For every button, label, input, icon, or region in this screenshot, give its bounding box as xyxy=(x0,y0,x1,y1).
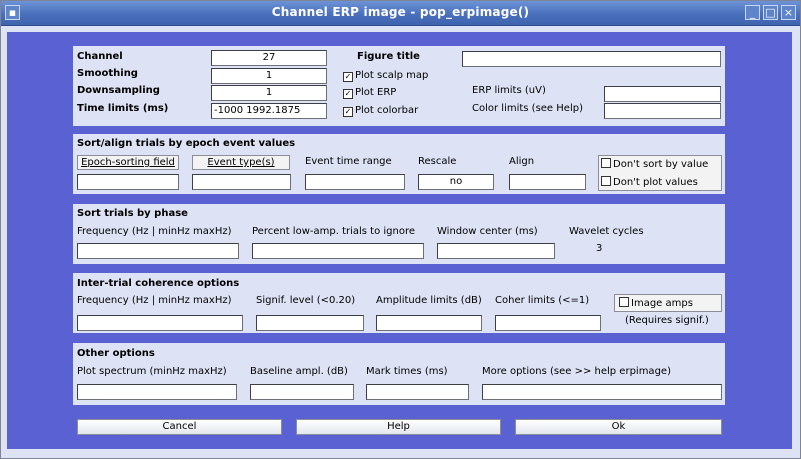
figure-title-label: Figure title xyxy=(357,51,420,62)
downsampling-field[interactable]: 1 xyxy=(211,85,327,101)
coherence-heading: Inter-trial coherence options xyxy=(77,278,240,289)
percent-low-amp-input[interactable] xyxy=(252,243,424,259)
other-options-heading: Other options xyxy=(77,348,155,359)
title-bar: ▪ Channel ERP image - pop_erpimage() _ □… xyxy=(1,1,800,26)
erp-limits-field[interactable] xyxy=(604,86,721,102)
event-time-range-input[interactable] xyxy=(305,174,405,190)
signif-level-input[interactable] xyxy=(256,315,364,331)
color-limits-label: Color limits (see Help) xyxy=(472,103,583,114)
dont-sort-label: Don't sort by value xyxy=(613,159,709,170)
dialog-body: Channel 27 Smoothing 1 Downsampling 1 Ti… xyxy=(7,32,792,449)
signif-level-label: Signif. level (<0.20) xyxy=(256,295,356,306)
align-input[interactable] xyxy=(509,174,586,190)
window-center-input[interactable] xyxy=(437,243,555,259)
window-title: Channel ERP image - pop_erpimage() xyxy=(271,5,530,19)
checkbox-unchecked-icon xyxy=(619,297,629,307)
maximize-icon[interactable]: □ xyxy=(763,5,778,20)
cancel-button[interactable]: Cancel xyxy=(77,419,282,435)
plot-scalp-map-checkbox[interactable]: ✓ Plot scalp map xyxy=(341,68,460,85)
window-center-label: Window center (ms) xyxy=(437,226,538,237)
event-types-input[interactable] xyxy=(192,174,291,190)
coherence-frequency-input[interactable] xyxy=(77,315,243,331)
wavelet-cycles-label: Wavelet cycles xyxy=(569,226,644,237)
dont-plot-label: Don't plot values xyxy=(613,177,698,188)
phase-frequency-input[interactable] xyxy=(77,243,239,259)
checkbox-checked-icon: ✓ xyxy=(343,72,353,82)
minimize-icon[interactable]: _ xyxy=(745,5,760,20)
event-time-range-label: Event time range xyxy=(305,156,392,167)
close-icon[interactable]: × xyxy=(781,5,796,20)
phase-heading: Sort trials by phase xyxy=(77,208,188,219)
baseline-ampl-input[interactable] xyxy=(250,384,354,400)
event-types-label: Event type(s) xyxy=(207,157,275,168)
checkbox-unchecked-icon xyxy=(601,176,611,186)
rescale-input[interactable]: no xyxy=(418,174,494,190)
percent-low-amp-label: Percent low-amp. trials to ignore xyxy=(252,226,416,237)
mark-times-label: Mark times (ms) xyxy=(366,366,448,377)
plot-erp-checkbox[interactable]: ✓ Plot ERP xyxy=(341,85,460,102)
plot-scalp-map-label: Plot scalp map xyxy=(355,70,429,81)
time-limits-label: Time limits (ms) xyxy=(77,103,169,114)
phase-frequency-label: Frequency (Hz | minHz maxHz) xyxy=(77,226,232,237)
color-limits-field[interactable] xyxy=(604,103,721,119)
plot-colorbar-checkbox[interactable]: ✓ Plot colorbar xyxy=(341,103,460,120)
smoothing-field[interactable]: 1 xyxy=(211,68,327,84)
more-options-label: More options (see >> help erpimage) xyxy=(482,366,671,377)
smoothing-label: Smoothing xyxy=(77,68,138,79)
plot-spectrum-label: Plot spectrum (minHz maxHz) xyxy=(77,366,227,377)
erp-limits-label: ERP limits (uV) xyxy=(472,85,546,96)
checkbox-checked-icon: ✓ xyxy=(343,107,353,117)
dialog-window: ▪ Channel ERP image - pop_erpimage() _ □… xyxy=(0,0,801,459)
plot-spectrum-input[interactable] xyxy=(77,384,237,400)
ok-button[interactable]: Ok xyxy=(515,419,722,435)
epoch-sorting-field-button[interactable]: Epoch-sorting field xyxy=(77,155,179,170)
help-button[interactable]: Help xyxy=(296,419,501,435)
requires-signif-note: (Requires signif.) xyxy=(625,315,709,326)
amplitude-limits-label: Amplitude limits (dB) xyxy=(376,295,482,306)
epoch-sorting-field-label: Epoch-sorting field xyxy=(81,157,175,168)
image-amps-label: Image amps xyxy=(631,298,693,309)
coherence-frequency-label: Frequency (Hz | minHz maxHz) xyxy=(77,295,232,306)
baseline-ampl-label: Baseline ampl. (dB) xyxy=(250,366,348,377)
epoch-sorting-field-input[interactable] xyxy=(77,174,179,190)
channel-field[interactable]: 27 xyxy=(211,50,327,66)
coher-limits-label: Coher limits (<=1) xyxy=(495,295,590,306)
dont-plot-checkbox[interactable]: Don't plot values xyxy=(601,176,698,189)
rescale-label: Rescale xyxy=(418,156,457,167)
amplitude-limits-input[interactable] xyxy=(376,315,482,331)
event-types-button[interactable]: Event type(s) xyxy=(192,155,290,170)
more-options-input[interactable] xyxy=(482,384,722,400)
time-limits-field[interactable]: -1000 1992.1875 xyxy=(211,103,327,119)
downsampling-label: Downsampling xyxy=(77,85,160,96)
image-amps-checkbox[interactable]: Image amps xyxy=(614,294,722,312)
coher-limits-input[interactable] xyxy=(495,315,601,331)
plot-colorbar-label: Plot colorbar xyxy=(355,105,419,116)
channel-label: Channel xyxy=(77,51,123,62)
plot-erp-label: Plot ERP xyxy=(355,87,397,98)
checkbox-checked-icon: ✓ xyxy=(343,89,353,99)
sort-align-heading: Sort/align trials by epoch event values xyxy=(77,138,296,149)
mark-times-input[interactable] xyxy=(366,384,469,400)
align-label: Align xyxy=(509,156,535,167)
wavelet-cycles-value: 3 xyxy=(596,243,603,254)
figure-title-field[interactable] xyxy=(462,51,721,67)
checkbox-unchecked-icon xyxy=(601,158,611,168)
dont-sort-checkbox[interactable]: Don't sort by value xyxy=(601,158,708,171)
